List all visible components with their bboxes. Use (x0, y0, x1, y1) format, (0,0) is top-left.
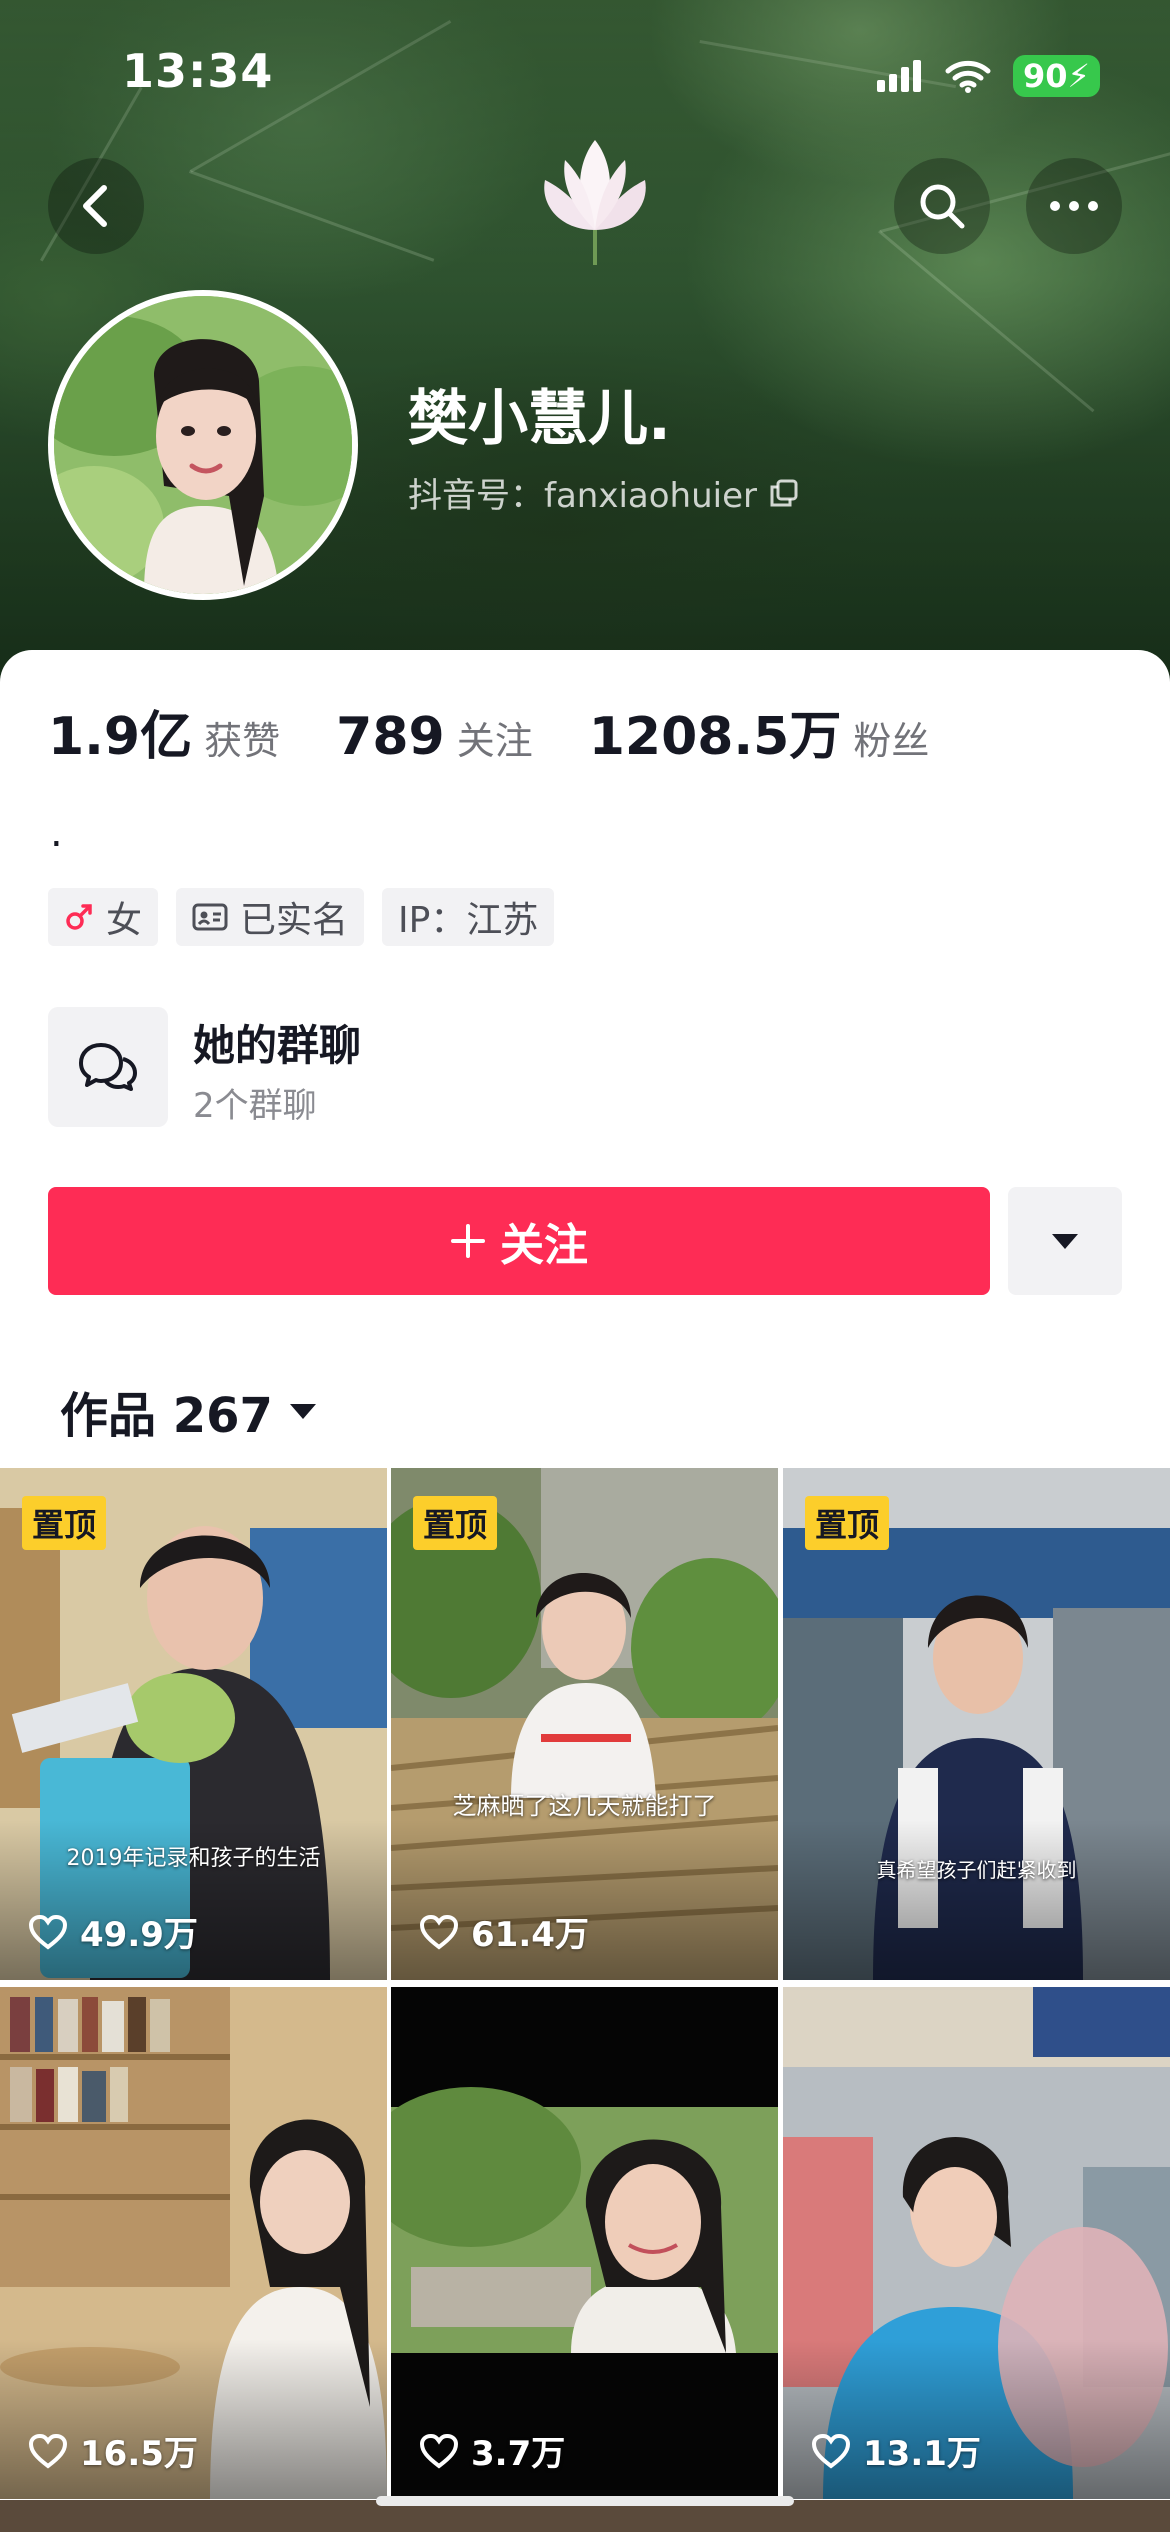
verified-tag: 已实名 (176, 888, 365, 946)
group-chat-title[interactable]: 她的群聊 (193, 1012, 361, 1073)
heart-icon (28, 2433, 68, 2469)
tab-works[interactable]: 作品 267 (60, 1376, 317, 1446)
gender-label: 女 (106, 900, 143, 941)
video-likes: 49.9万 (28, 1907, 198, 1956)
video-thumbnail-image (391, 1987, 778, 2499)
gender-tag: 女 (48, 888, 159, 946)
video-likes: 16.5万 (28, 2426, 198, 2475)
douyin-id[interactable]: 抖音号：fanxiaohuier (408, 468, 799, 517)
heart-icon (811, 2433, 851, 2469)
video-thumbnail[interactable]: 置顶 真希望孩子们赶紧收到 (783, 1468, 1170, 1980)
profile-tags: 女 已实名 IP：江苏 (48, 888, 555, 946)
status-time: 13:34 (122, 44, 274, 98)
ip-label: IP：江苏 (398, 900, 539, 941)
follow-button[interactable]: 关注 (48, 1187, 990, 1295)
caret-down-icon (1052, 1234, 1078, 1249)
id-card-icon (192, 903, 228, 931)
likes-count: 1.9亿 (48, 707, 193, 767)
search-icon (920, 184, 965, 229)
likes-value: 13.1万 (863, 2434, 981, 2474)
followers-count[interactable]: 1208.5万 (589, 694, 842, 769)
group-chat-icon-box[interactable] (48, 1007, 168, 1127)
video-caption: 芝麻晒了这几天就能打了 (452, 1792, 717, 1820)
video-thumbnail[interactable]: 置顶 2019年记录和孩子的生活 49.9万 (0, 1468, 387, 1980)
video-thumbnail[interactable]: 16.5万 (0, 1987, 387, 2499)
video-likes: 61.4万 (419, 1907, 589, 1956)
signal-icon (877, 60, 921, 92)
caret-down-icon (289, 1404, 316, 1419)
pinned-badge: 置顶 (413, 1496, 498, 1550)
plus-icon (451, 1224, 485, 1258)
search-button[interactable] (894, 158, 990, 254)
likes-value: 3.7万 (471, 2434, 566, 2474)
back-button[interactable] (48, 158, 144, 254)
likes-value: 49.9万 (80, 1915, 198, 1955)
followers-label[interactable]: 粉丝 (853, 710, 929, 765)
verified-label: 已实名 (240, 900, 349, 941)
heart-icon (419, 1914, 459, 1950)
likes-label: 获赞 (204, 719, 281, 763)
female-icon (66, 904, 92, 930)
pinned-badge: 置顶 (805, 1496, 890, 1550)
video-caption: 2019年记录和孩子的生活 (66, 1846, 321, 1871)
video-thumbnail[interactable]: 3.7万 (391, 1987, 778, 2499)
more-icon (1050, 201, 1098, 211)
copy-icon[interactable] (769, 478, 799, 508)
battery-indicator: 90⚡ (1013, 55, 1100, 97)
video-caption: 真希望孩子们赶紧收到 (876, 1858, 1077, 1882)
video-likes: 3.7万 (419, 2426, 565, 2475)
avatar[interactable] (48, 290, 358, 600)
stats-row: 1.9亿 获赞 789 关注 1208.5万 粉丝 (48, 694, 985, 769)
follow-label: 关注 (500, 1220, 588, 1271)
following-count[interactable]: 789 (336, 707, 445, 767)
likes-value: 16.5万 (80, 2434, 198, 2474)
video-thumbnail[interactable]: 置顶 芝麻晒了这几天就能打了 61.4万 (391, 1468, 778, 1980)
lotus-flower (544, 140, 646, 265)
battery-level: 90 (1023, 57, 1068, 95)
status-icons: 90⚡ (877, 55, 1100, 97)
heart-icon (28, 1914, 68, 1950)
wifi-icon (945, 60, 991, 93)
following-label[interactable]: 关注 (457, 710, 533, 765)
avatar-portrait (54, 296, 352, 594)
douyin-id-text: 抖音号：fanxiaohuier (408, 476, 757, 516)
works-label: 作品 267 (60, 1388, 273, 1444)
home-indicator[interactable] (376, 2496, 794, 2506)
ip-tag: IP：江苏 (382, 888, 555, 946)
video-likes: 13.1万 (811, 2426, 981, 2475)
bio: . (50, 810, 63, 856)
more-button[interactable] (1026, 158, 1122, 254)
nickname: 樊小慧儿. (408, 384, 671, 454)
back-icon (83, 185, 107, 227)
group-chat-count: 2个群聊 (193, 1086, 317, 1126)
heart-icon (419, 2433, 459, 2469)
pinned-badge: 置顶 (22, 1496, 107, 1550)
chat-bubbles-icon (79, 1043, 137, 1091)
recommend-dropdown-button[interactable] (1008, 1187, 1122, 1295)
likes-value: 61.4万 (471, 1915, 589, 1955)
video-thumbnail[interactable]: 13.1万 (783, 1987, 1170, 2499)
